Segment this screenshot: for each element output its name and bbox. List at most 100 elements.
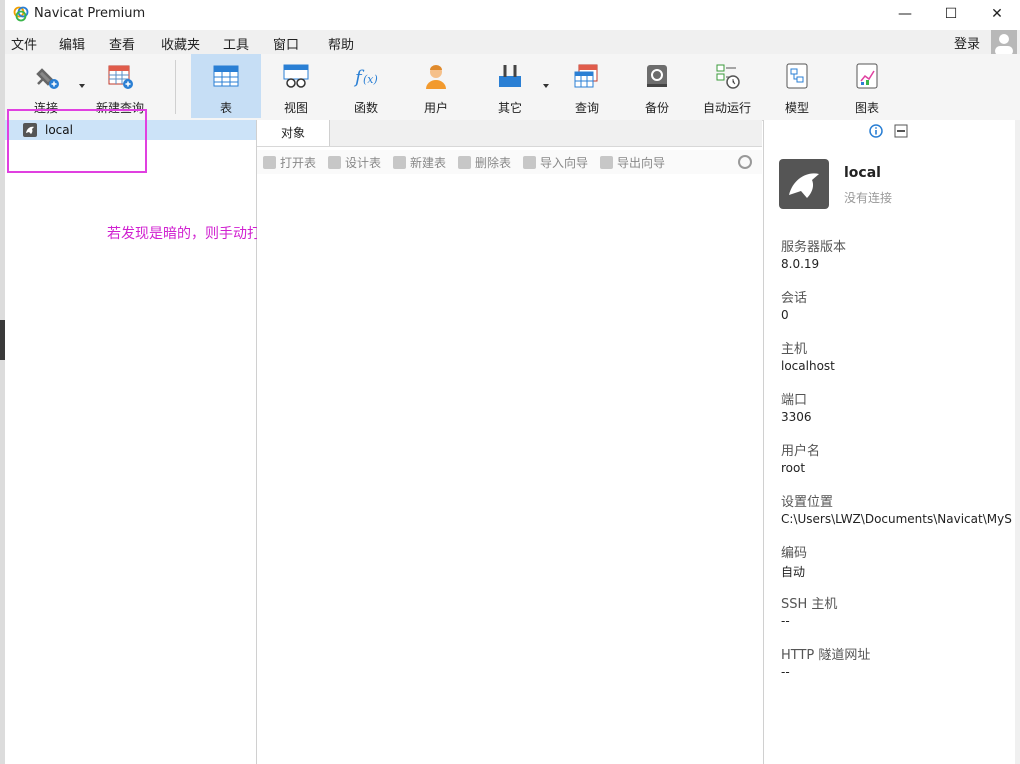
model-icon: [786, 63, 808, 89]
object-toolbar: 打开表 设计表 新建表 删除表 导入向导 导出向导: [257, 150, 762, 174]
function-icon: f (x): [353, 67, 378, 88]
maximize-button[interactable]: ☐: [928, 0, 974, 28]
export-wizard-icon: [600, 156, 613, 169]
toolbar-table-button[interactable]: 表: [191, 54, 261, 118]
new-table-label: 新建表: [410, 156, 447, 170]
toolbar-backup-label: 备份: [644, 101, 669, 115]
title-bar: Navicat Premium — ☐ ✕: [5, 0, 1020, 28]
field-value-settings-location: C:\Users\LWZ\Documents\Navicat\MyS: [781, 512, 1012, 526]
menu-favorites[interactable]: 收藏夹: [161, 34, 200, 53]
toolbar-other-button[interactable]: 其它: [475, 54, 545, 118]
view-icon: [283, 64, 309, 88]
toolbar-other-label: 其它: [497, 101, 522, 115]
other-dropdown-icon[interactable]: [543, 84, 549, 88]
connection-logo: [779, 159, 829, 209]
menu-help[interactable]: 帮助: [328, 34, 354, 53]
import-wizard-label: 导入向导: [540, 156, 589, 170]
toolbar-model-button[interactable]: 模型: [762, 54, 832, 118]
auto-run-icon: [716, 64, 740, 89]
user-icon: [426, 65, 446, 89]
connection-tree: local: [5, 120, 257, 764]
toolbar-query-label: 查询: [574, 101, 599, 115]
table-icon: [213, 65, 239, 87]
close-button[interactable]: ✕: [974, 0, 1020, 28]
login-link[interactable]: 登录: [954, 33, 980, 52]
navicat-logo-icon: [13, 6, 29, 22]
toolbar-table-label: 表: [219, 101, 232, 115]
delete-table-button[interactable]: 删除表: [458, 154, 511, 171]
new-query-icon: [108, 65, 133, 89]
field-label-http-tunnel-url: HTTP 隧道网址: [781, 648, 871, 663]
design-table-button[interactable]: 设计表: [328, 154, 381, 171]
object-pane: 对象 打开表 设计表 新建表 删除表 导入向导 导出向导: [257, 120, 762, 764]
tools-icon: [499, 65, 521, 87]
toolbar-backup-button[interactable]: 备份: [622, 54, 692, 118]
toolbar-chart-label: 图表: [854, 101, 879, 115]
toolbar-model-label: 模型: [784, 101, 809, 115]
design-table-icon: [328, 156, 341, 169]
field-value-server-version: 8.0.19: [781, 257, 820, 271]
field-value-ssh-host: --: [781, 614, 790, 628]
menu-file[interactable]: 文件: [11, 34, 37, 53]
info-scrollbar[interactable]: [1015, 120, 1020, 764]
new-table-button[interactable]: 新建表: [393, 154, 446, 171]
menu-tools[interactable]: 工具: [223, 34, 249, 53]
backup-icon: [647, 65, 667, 87]
delete-table-label: 删除表: [475, 156, 512, 170]
minimize-button[interactable]: —: [882, 0, 928, 28]
design-table-label: 设计表: [345, 156, 382, 170]
export-wizard-button[interactable]: 导出向导: [600, 154, 665, 171]
navicat-window: Navicat Premium — ☐ ✕ 文件 编辑 查看 收藏夹 工具 窗口…: [5, 0, 1020, 764]
field-label-settings-location: 设置位置: [781, 495, 834, 510]
close-icon: ✕: [991, 6, 1003, 22]
import-wizard-button[interactable]: 导入向导: [523, 154, 588, 171]
maximize-icon: ☐: [944, 6, 958, 22]
field-label-port: 端口: [781, 393, 808, 408]
plug-icon: [36, 68, 59, 89]
toolbar-query-button[interactable]: 查询: [552, 54, 622, 118]
menu-edit[interactable]: 编辑: [59, 34, 85, 53]
field-label-encoding: 编码: [781, 546, 808, 561]
field-value-host: localhost: [781, 359, 835, 373]
connection-name: local: [844, 165, 881, 181]
menu-window[interactable]: 窗口: [273, 34, 299, 53]
menu-view[interactable]: 查看: [109, 34, 135, 53]
annotation-highlight-box: [7, 109, 147, 173]
open-table-label: 打开表: [280, 156, 317, 170]
query-icon: [574, 64, 598, 88]
open-table-icon: [263, 156, 276, 169]
toolbar-auto-run-button[interactable]: 自动运行: [692, 54, 762, 118]
toolbar-view-button[interactable]: 视图: [261, 54, 331, 118]
window-title: Navicat Premium: [34, 6, 146, 21]
open-table-button[interactable]: 打开表: [263, 154, 316, 171]
delete-table-icon: [458, 156, 471, 169]
menu-bar: 文件 编辑 查看 收藏夹 工具 窗口 帮助 登录: [5, 30, 1020, 56]
toolbar-function-label: 函数: [353, 101, 378, 115]
import-wizard-icon: [523, 156, 536, 169]
ddl-icon[interactable]: [894, 124, 908, 138]
toolbar-user-label: 用户: [423, 101, 448, 115]
field-value-username: root: [781, 461, 806, 475]
toolbar-function-button[interactable]: f (x) 函数: [331, 54, 401, 118]
minimize-icon: —: [898, 6, 912, 22]
new-table-icon: [393, 156, 406, 169]
field-label-sessions: 会话: [781, 291, 808, 306]
tab-objects[interactable]: 对象: [257, 120, 330, 146]
field-label-host: 主机: [781, 342, 808, 357]
search-icon[interactable]: [738, 155, 752, 169]
info-icon[interactable]: [869, 124, 883, 138]
connect-dropdown-icon[interactable]: [79, 84, 85, 88]
mysql-dolphin-icon: [789, 173, 819, 198]
field-value-sessions: 0: [781, 308, 789, 322]
toolbar-chart-button[interactable]: 图表: [832, 54, 902, 118]
field-value-port: 3306: [781, 410, 812, 424]
toolbar-user-button[interactable]: 用户: [401, 54, 471, 118]
toolbar-auto-run-label: 自动运行: [702, 101, 751, 115]
avatar[interactable]: [991, 30, 1017, 56]
toolbar-view-label: 视图: [283, 101, 308, 115]
field-label-ssh-host: SSH 主机: [781, 597, 838, 612]
toolbar-separator: [175, 60, 176, 114]
connection-info-pane: local 没有连接 服务器版本 8.0.19 会话 0 主机 localhos…: [763, 120, 1020, 764]
field-value-http-tunnel-url: --: [781, 665, 790, 679]
svg-text:(x): (x): [363, 73, 378, 86]
